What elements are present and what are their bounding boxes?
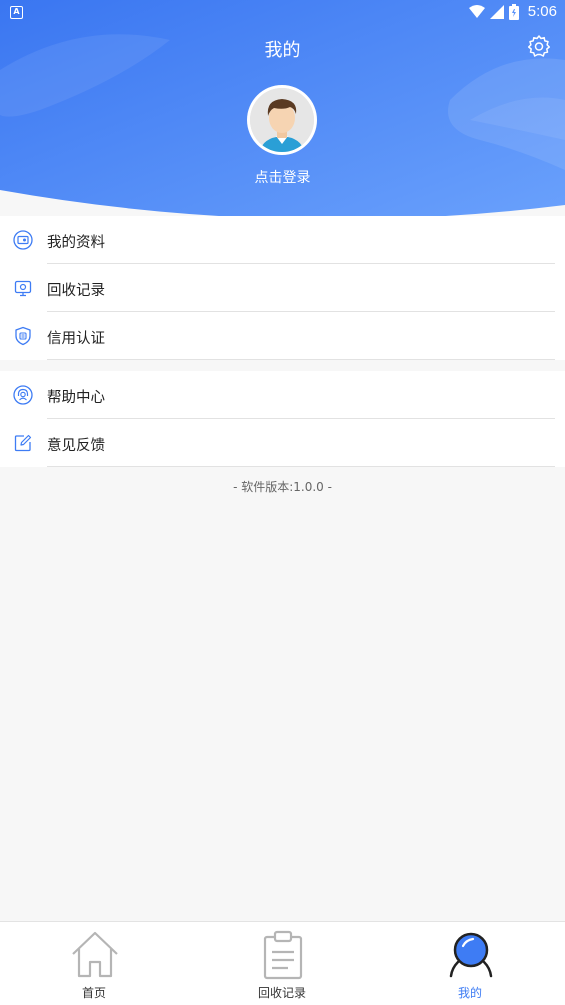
wifi-icon — [468, 4, 485, 18]
notification-app-icon: A — [10, 6, 23, 19]
default-avatar-icon — [250, 88, 314, 152]
tab-label: 回收记录 — [257, 986, 306, 1000]
tab-mine[interactable]: 我的 — [376, 922, 564, 1005]
divider — [47, 359, 555, 360]
recycle-record-icon — [14, 280, 32, 297]
status-icons: 5:06 — [468, 3, 557, 20]
menu-item-my-profile[interactable]: 我的资料 — [0, 216, 565, 264]
menu-item-feedback[interactable]: 意见反馈 — [0, 419, 565, 467]
menu-item-credit-verification[interactable]: 信用认证 — [0, 312, 565, 360]
app-version: - 软件版本:1.0.0 - — [233, 480, 332, 494]
menu-item-help-center[interactable]: 帮助中心 — [0, 371, 565, 419]
status-bar: A 5:06 — [0, 0, 565, 26]
menu-item-label: 意见反馈 — [47, 438, 105, 454]
battery-icon — [508, 3, 519, 20]
divider — [47, 466, 555, 467]
clipboard-icon — [263, 930, 303, 980]
menu-group-support: 帮助中心 意见反馈 — [0, 371, 565, 467]
help-headset-icon — [13, 385, 33, 405]
tab-label: 我的 — [457, 986, 482, 1000]
menu-item-label: 我的资料 — [47, 235, 105, 251]
avatar[interactable] — [247, 85, 317, 155]
menu-item-label: 信用认证 — [47, 331, 105, 347]
shield-icon — [15, 326, 31, 346]
cellular-signal-icon — [489, 4, 504, 19]
home-icon — [72, 931, 118, 978]
page-title: 我的 — [264, 40, 301, 61]
tab-label: 首页 — [81, 986, 106, 1000]
user-icon — [449, 932, 493, 978]
settings-gear-icon[interactable] — [527, 34, 551, 58]
tab-home[interactable]: 首页 — [0, 922, 188, 1005]
edit-feedback-icon — [14, 434, 32, 452]
menu-item-label: 帮助中心 — [47, 390, 105, 406]
login-link[interactable]: 点击登录 — [0, 167, 565, 187]
menu-group-account: 我的资料 回收记录 信用认证 — [0, 216, 565, 360]
profile-card-icon — [13, 230, 33, 250]
status-time: 5:06 — [527, 3, 557, 20]
menu-item-recycle-records[interactable]: 回收记录 — [0, 264, 565, 312]
tab-recycle-records[interactable]: 回收记录 — [188, 922, 376, 1005]
menu-item-label: 回收记录 — [47, 283, 105, 299]
bottom-tab-bar: 首页 回收记录 我的 — [0, 921, 565, 1005]
